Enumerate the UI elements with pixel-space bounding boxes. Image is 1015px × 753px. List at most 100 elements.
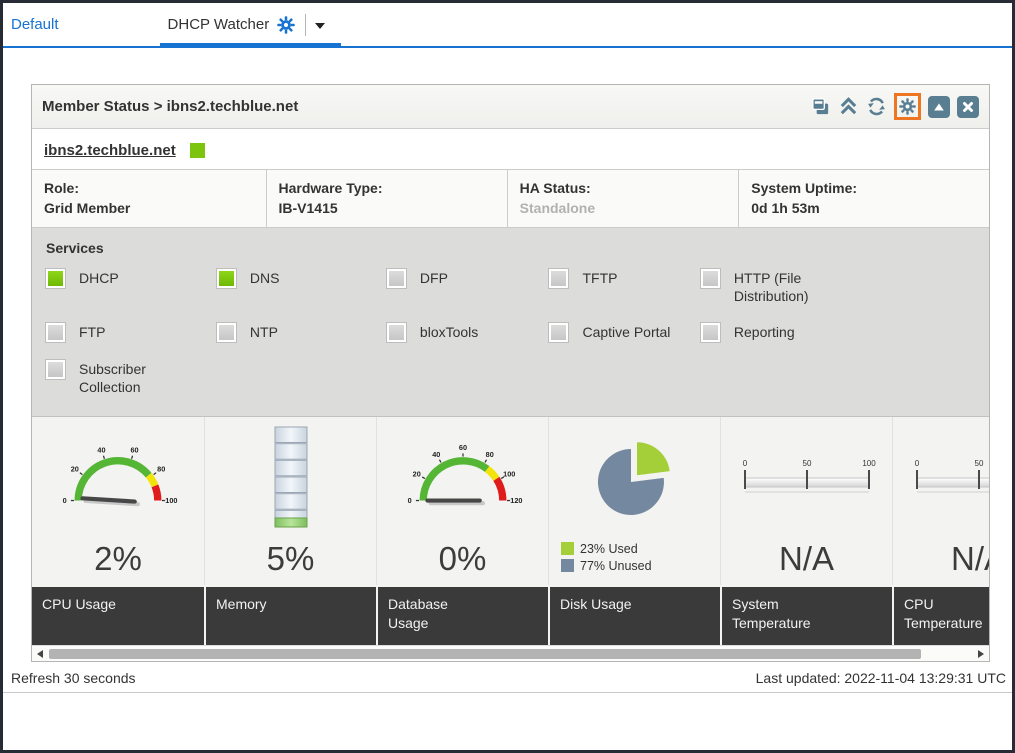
label-cpu-usage: CPU Usage bbox=[32, 587, 204, 645]
widget-title: Member Status > ibns2.techblue.net bbox=[42, 98, 298, 115]
collapse-all-icon[interactable] bbox=[838, 96, 859, 117]
svg-text:100: 100 bbox=[862, 459, 876, 468]
copy-icon[interactable] bbox=[810, 96, 831, 117]
settings-highlight-box bbox=[894, 93, 921, 120]
member-status-indicator bbox=[190, 143, 205, 158]
service-dhcp: DHCP bbox=[46, 269, 217, 305]
label-disk-usage: Disk Usage bbox=[548, 587, 720, 645]
svg-text:60: 60 bbox=[130, 445, 138, 454]
disk-usage-cell: 23% Used 77% Unused bbox=[548, 417, 720, 585]
service-subscriber-collection: Subscriber Collection bbox=[46, 360, 217, 396]
status-bar: Refresh 30 seconds Last updated: 2022-11… bbox=[3, 662, 1012, 693]
info-uptime-value: 0d 1h 53m bbox=[751, 198, 977, 218]
gauge-labels-row: CPU Usage Memory Database Usage Disk Usa… bbox=[32, 587, 989, 645]
service-status-square bbox=[217, 269, 236, 288]
cpu-usage-cell: 0 20 40 60 80 100 2% bbox=[32, 417, 204, 585]
service-status-square bbox=[549, 269, 568, 288]
svg-text:100: 100 bbox=[503, 469, 515, 478]
cpu-usage-value: 2% bbox=[94, 537, 142, 581]
scroll-right-arrow-icon[interactable] bbox=[978, 650, 984, 658]
service-ntp: NTP bbox=[217, 323, 387, 342]
tab-divider bbox=[305, 14, 306, 36]
disk-usage-pie bbox=[589, 417, 681, 533]
last-updated-text: Last updated: 2022-11-04 13:29:31 UTC bbox=[756, 670, 1006, 686]
legend-unused: 77% Unused bbox=[561, 559, 652, 573]
database-usage-cell: 020406080100120 0% bbox=[376, 417, 548, 585]
memory-cylinder bbox=[261, 417, 321, 537]
svg-text:80: 80 bbox=[485, 450, 493, 459]
tab-bar: Default DHCP Watcher bbox=[3, 3, 1012, 48]
disk-usage-legend: 23% Used 77% Unused bbox=[549, 533, 652, 581]
service-status-square bbox=[46, 269, 65, 288]
service-status-square bbox=[217, 323, 236, 342]
svg-text:0: 0 bbox=[407, 496, 411, 505]
service-status-square bbox=[387, 269, 406, 288]
chevron-down-icon[interactable] bbox=[315, 23, 325, 29]
info-role-value: Grid Member bbox=[44, 198, 254, 218]
settings-gear-icon[interactable] bbox=[898, 97, 917, 116]
dashboard-frame: Default DHCP Watcher bbox=[0, 0, 1015, 753]
panel-up-icon[interactable] bbox=[928, 96, 950, 118]
service-status-square bbox=[701, 323, 720, 342]
info-uptime-label: System Uptime: bbox=[751, 178, 977, 198]
label-memory: Memory bbox=[204, 587, 376, 645]
tab-dhcp-watcher[interactable]: DHCP Watcher bbox=[164, 3, 338, 46]
service-status-square bbox=[701, 269, 720, 288]
scroll-left-arrow-icon[interactable] bbox=[37, 650, 43, 658]
info-hardware: Hardware Type: IB-V1415 bbox=[266, 170, 507, 227]
gauges-section: 0 20 40 60 80 100 2% 5% 0 20 40 60 80 100 120 0% bbox=[32, 417, 989, 645]
member-info-table: Role: Grid Member Hardware Type: IB-V141… bbox=[32, 169, 989, 228]
svg-text:60: 60 bbox=[458, 444, 466, 452]
label-database-usage: Database Usage bbox=[376, 587, 548, 645]
close-icon[interactable] bbox=[957, 96, 979, 118]
service-status-square bbox=[387, 323, 406, 342]
label-system-temperature: System Temperature bbox=[720, 587, 892, 645]
svg-text:0: 0 bbox=[742, 459, 747, 468]
service-reporting: Reporting bbox=[701, 323, 975, 342]
service-status-square bbox=[46, 323, 65, 342]
cpu-temperature-cell: 050100 N/A bbox=[892, 417, 989, 585]
memory-value: 5% bbox=[267, 537, 315, 581]
widget-header: Member Status > ibns2.techblue.net bbox=[32, 85, 989, 129]
service-status-square bbox=[46, 360, 65, 379]
info-ha-status: HA Status: Standalone bbox=[507, 170, 739, 227]
info-hardware-value: IB-V1415 bbox=[279, 198, 495, 218]
service-captive-portal: Captive Portal bbox=[549, 323, 700, 342]
svg-text:40: 40 bbox=[97, 445, 105, 454]
services-title: Services bbox=[46, 240, 975, 256]
service-http-file-distribution: HTTP (File Distribution) bbox=[701, 269, 975, 305]
info-ha-value: Standalone bbox=[520, 198, 727, 218]
scrollbar-thumb[interactable] bbox=[49, 649, 921, 659]
widget-toolbar bbox=[810, 93, 979, 120]
info-uptime: System Uptime: 0d 1h 53m bbox=[738, 170, 989, 227]
member-row: ibns2.techblue.net bbox=[32, 129, 989, 169]
label-cpu-temperature: CPU Temperature bbox=[892, 587, 989, 645]
refresh-interval-text: Refresh 30 seconds bbox=[11, 670, 136, 686]
tab-gear-icon[interactable] bbox=[276, 15, 296, 35]
system-temperature-gauge: 0 50 100 bbox=[732, 417, 882, 537]
tab-default[interactable]: Default bbox=[11, 16, 59, 33]
system-temperature-value: N/A bbox=[779, 537, 834, 581]
memory-cell: 5% bbox=[204, 417, 376, 585]
horizontal-scrollbar[interactable] bbox=[32, 645, 989, 661]
info-role: Role: Grid Member bbox=[32, 170, 266, 227]
cpu-temperature-value: N/A bbox=[951, 537, 989, 581]
service-dns: DNS bbox=[217, 269, 387, 305]
info-role-label: Role: bbox=[44, 178, 254, 198]
tab-active-label: DHCP Watcher bbox=[168, 16, 270, 33]
svg-text:20: 20 bbox=[71, 465, 79, 474]
svg-text:0: 0 bbox=[63, 496, 67, 505]
member-link[interactable]: ibns2.techblue.net bbox=[44, 142, 176, 159]
legend-used-swatch bbox=[561, 542, 574, 555]
info-hardware-label: Hardware Type: bbox=[279, 178, 495, 198]
database-usage-gauge: 020406080100120 bbox=[400, 417, 526, 537]
database-usage-value: 0% bbox=[439, 537, 487, 581]
svg-text:80: 80 bbox=[157, 465, 165, 474]
service-status-square bbox=[549, 323, 568, 342]
refresh-icon[interactable] bbox=[866, 96, 887, 117]
svg-text:50: 50 bbox=[802, 459, 811, 468]
svg-text:120: 120 bbox=[510, 496, 522, 505]
svg-text:40: 40 bbox=[432, 450, 440, 459]
service-tftp: TFTP bbox=[549, 269, 700, 305]
svg-text:100: 100 bbox=[165, 496, 177, 505]
